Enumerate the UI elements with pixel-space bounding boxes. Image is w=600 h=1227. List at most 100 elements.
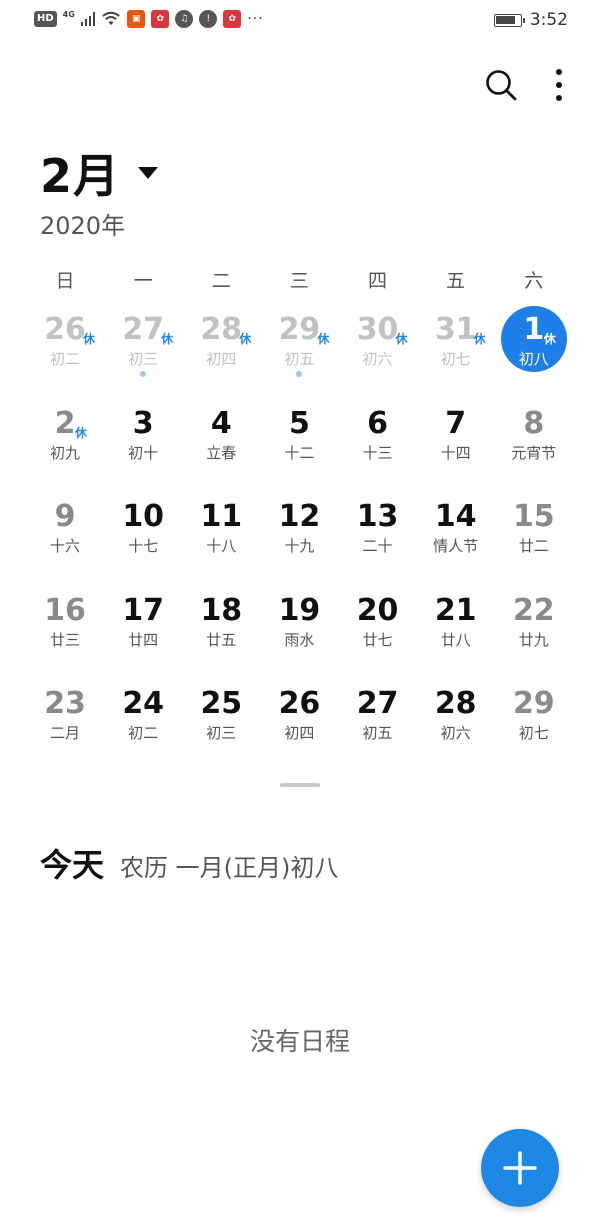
day-cell[interactable]: 19 雨水: [260, 591, 338, 685]
day-cell[interactable]: 29 休初五: [260, 310, 338, 404]
day-cell[interactable]: 2 休初九: [26, 404, 104, 498]
day-number: 16: [44, 592, 86, 628]
day-cell[interactable]: 31 休初七: [417, 310, 495, 404]
year-label: 2020年: [40, 212, 126, 240]
day-cell[interactable]: 9 十六: [26, 497, 104, 591]
day-cell[interactable]: 14 情人节: [417, 497, 495, 591]
day-number: 14: [434, 499, 477, 534]
day-cell[interactable]: 26 休初二: [26, 310, 104, 404]
day-cell-today[interactable]: 1 休初八: [495, 306, 573, 404]
today-title: 今天: [40, 846, 105, 884]
hd-indicator: HD: [34, 11, 57, 27]
day-cell[interactable]: 3 初十: [104, 404, 182, 498]
holiday-badge: 休: [75, 425, 88, 440]
day-number: 4: [210, 405, 232, 441]
lunar-date: 情人节: [433, 537, 479, 555]
weekday-label: 五: [446, 270, 466, 292]
clock: 3:52: [529, 10, 568, 30]
day-number: 13: [356, 499, 399, 534]
holiday-badge: 休: [83, 332, 96, 346]
holiday-badge: 休: [239, 332, 252, 346]
day-cell[interactable]: 17 廿四: [104, 591, 182, 685]
week-row: 23 二月 24 初二 25 初三 26 初四 27 初五 28 初六 29 初七: [26, 684, 573, 778]
status-icons-right: 3:52: [493, 10, 568, 30]
weekday-label: 一: [133, 270, 153, 292]
day-cell[interactable]: 20 廿七: [339, 591, 417, 685]
day-cell[interactable]: 5 十二: [260, 404, 338, 498]
day-number: 5: [289, 405, 310, 441]
day-cell[interactable]: 10 十七: [104, 497, 182, 591]
lunar-date: 初十: [128, 443, 159, 462]
day-number: 27: [356, 686, 399, 721]
day-number: 25: [200, 686, 243, 721]
day-number: 24: [122, 686, 165, 721]
search-icon: [486, 70, 517, 101]
day-cell[interactable]: 24 初二: [104, 684, 182, 778]
day-cell[interactable]: 7 十四: [417, 404, 495, 498]
lunar-date: 十二: [284, 443, 315, 462]
day-cell[interactable]: 26 初四: [260, 684, 338, 778]
network-type: 4G: [62, 9, 75, 19]
day-cell[interactable]: 18 廿五: [182, 591, 260, 685]
lunar-date: 初二: [50, 350, 81, 368]
holiday-badge: 休: [395, 332, 408, 346]
day-cell[interactable]: 16 廿三: [26, 591, 104, 685]
lunar-date: 初四: [206, 350, 237, 368]
day-cell[interactable]: 29 初七: [495, 684, 573, 778]
day-cell[interactable]: 15 廿二: [495, 497, 573, 591]
lunar-date: 廿三: [50, 630, 81, 649]
day-cell[interactable]: 28 休初四: [182, 310, 260, 404]
day-number: 29: [512, 686, 555, 721]
lunar-date: 廿五: [206, 630, 237, 649]
status-bar: HD 4G ▣ ✿ ♫ ! ✿ ··· 3:52: [0, 0, 600, 40]
lunar-date: 十八: [206, 537, 237, 555]
day-cell[interactable]: 11 十八: [182, 497, 260, 591]
lunar-date: 初五: [284, 350, 315, 368]
day-number: 18: [200, 592, 243, 628]
today-lunar-date: 农历 一月(正月)初八: [120, 854, 339, 882]
lunar-date: 初六: [362, 350, 393, 368]
lunar-date: 初五: [362, 724, 393, 742]
holiday-badge: 休: [161, 332, 174, 346]
day-number: 21: [434, 592, 477, 628]
day-number: 20: [356, 592, 399, 628]
day-number: 10: [122, 499, 165, 534]
day-number: 12: [278, 499, 321, 534]
day-cell[interactable]: 30 休初六: [339, 310, 417, 404]
week-row: 26 休初二 27 休初三 28 休初四 29 休初五 30 休初六 31 休初七 1 休初八: [26, 306, 573, 404]
day-cell[interactable]: 4 立春: [182, 404, 260, 498]
music-icon: ♫: [175, 10, 194, 28]
lunar-date: 十九: [284, 537, 315, 555]
signal-icon: [80, 12, 96, 26]
day-cell[interactable]: 28 初六: [417, 684, 495, 778]
dropdown-arrow-icon: [138, 167, 159, 179]
day-cell[interactable]: 12 十九: [260, 497, 338, 591]
day-cell[interactable]: 21 廿八: [417, 591, 495, 685]
month-selector[interactable]: 2月: [40, 140, 159, 206]
day-cell[interactable]: 23 二月: [26, 684, 104, 778]
day-number: 22: [512, 592, 555, 628]
day-number: 8: [523, 405, 545, 441]
day-number: 28: [434, 686, 477, 721]
lunar-date: 初七: [518, 724, 549, 742]
day-cell[interactable]: 22 廿九: [495, 591, 573, 685]
day-cell[interactable]: 27 初五: [339, 684, 417, 778]
day-cell[interactable]: 25 初三: [182, 684, 260, 778]
event-dot: [296, 371, 303, 377]
day-cell[interactable]: 8 元宵节: [495, 404, 573, 498]
day-cell[interactable]: 13 二十: [339, 497, 417, 591]
day-number: 6: [367, 405, 388, 441]
lunar-date: 十七: [128, 537, 159, 555]
status-icons-left: HD 4G ▣ ✿ ♫ ! ✿ ···: [34, 10, 264, 28]
search-button[interactable]: [484, 68, 518, 102]
week-row: 9 十六 10 十七 11 十八 12 十九 13 二十 14 情人节 15 廿二: [26, 497, 573, 591]
lunar-date: 初四: [284, 724, 315, 742]
lunar-date: 初八: [518, 350, 549, 368]
day-cell[interactable]: 6 十三: [339, 404, 417, 498]
week-row: 2 休初九 3 初十 4 立春 5 十二 6 十三 7 十四 8 元宵节: [26, 404, 573, 498]
weekday-label: 二: [211, 270, 231, 292]
day-cell[interactable]: 27 休初三: [104, 310, 182, 404]
more-options-button[interactable]: [554, 68, 564, 102]
add-event-button[interactable]: [481, 1129, 559, 1207]
drag-handle[interactable]: [280, 783, 320, 787]
